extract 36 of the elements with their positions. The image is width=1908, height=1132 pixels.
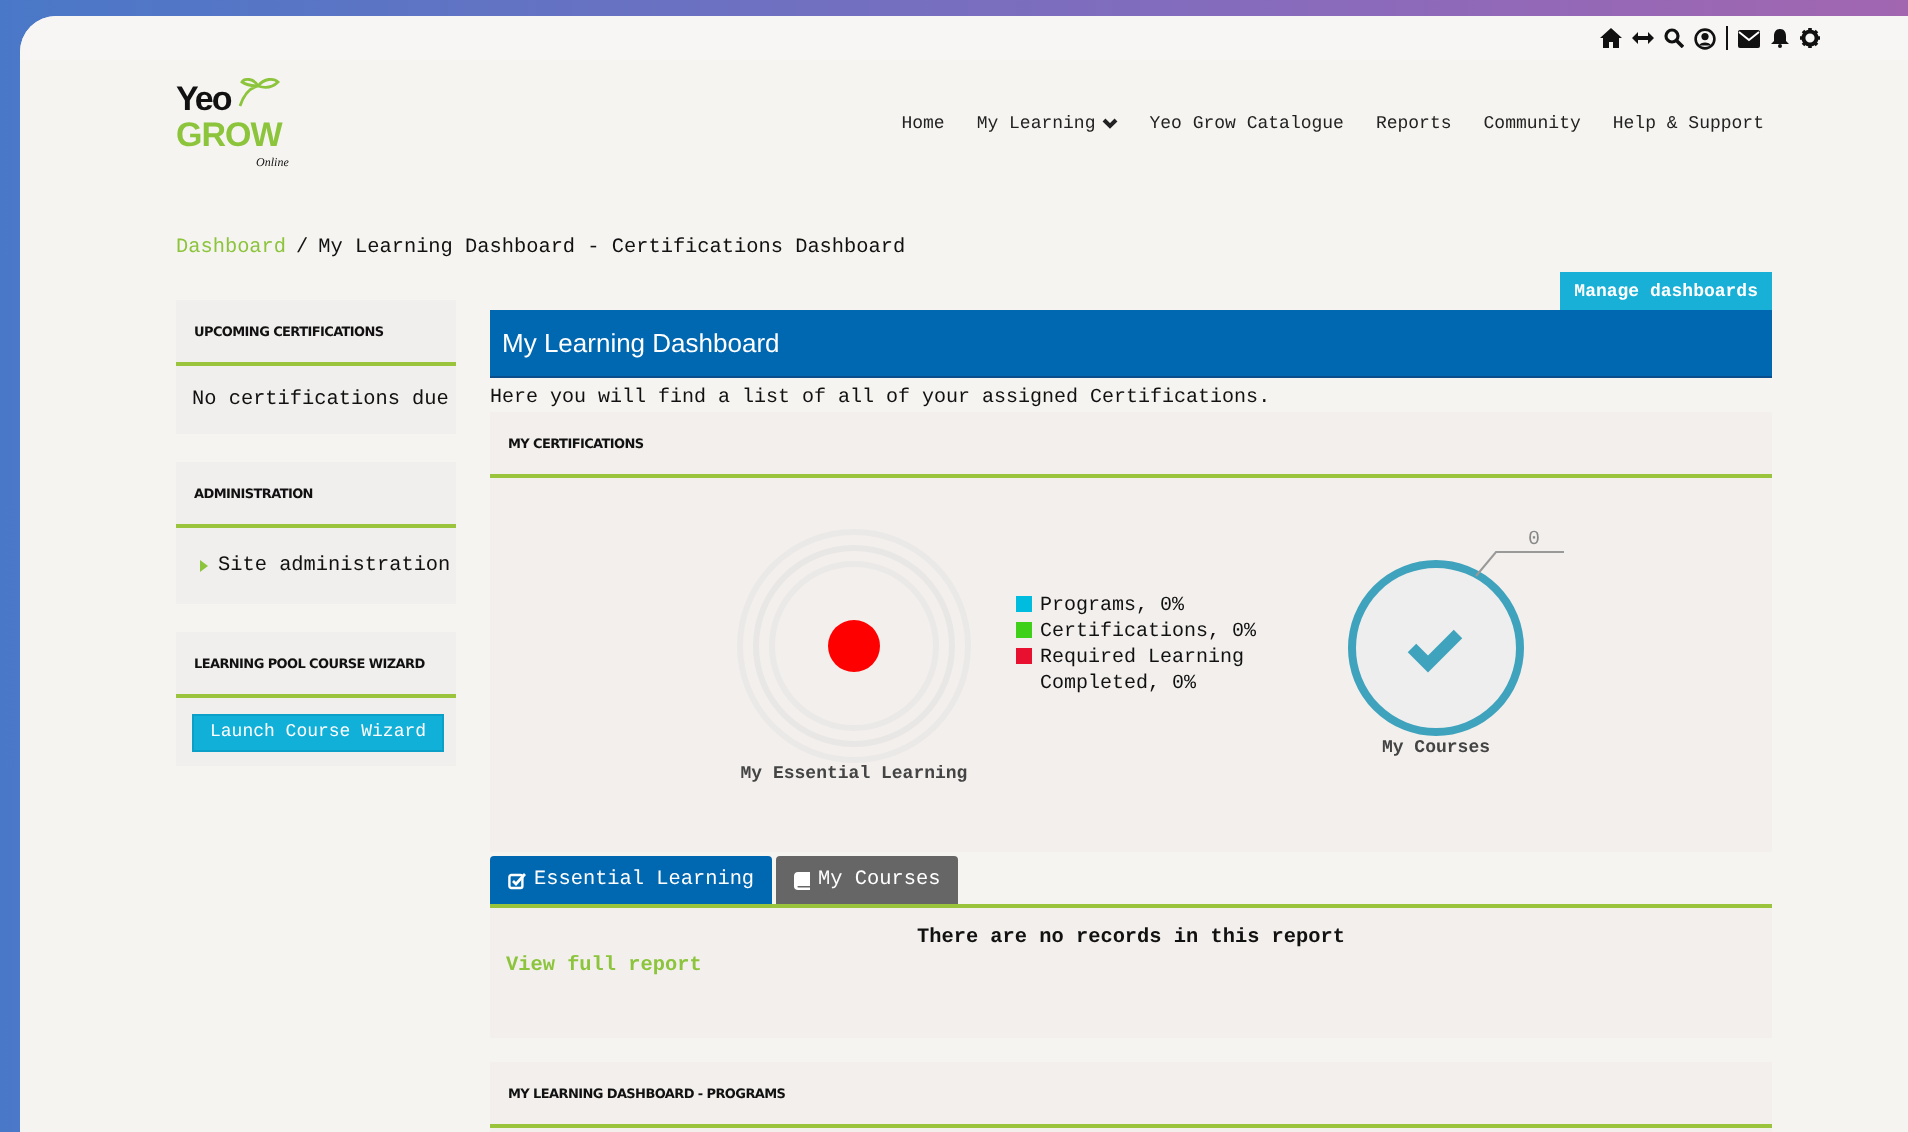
- nav-link[interactable]: My Learning: [960, 114, 1134, 134]
- breadcrumb-separator: /: [296, 238, 309, 264]
- admin-link[interactable]: Site administration: [218, 555, 451, 577]
- chart-label: My Essential Learning: [740, 764, 968, 784]
- logo-text: Yeo: [176, 83, 231, 114]
- course-count: 0: [1528, 530, 1541, 552]
- caret-icon: [1101, 118, 1118, 130]
- home-icon[interactable]: [1600, 28, 1622, 48]
- leader-line: [1474, 550, 1566, 578]
- nav-link[interactable]: Reports: [1359, 114, 1468, 134]
- user-icon[interactable]: [1694, 27, 1716, 49]
- legend-label: Programs, 0%: [1040, 594, 1185, 620]
- status-text: No certifications due: [192, 389, 449, 411]
- bullet-icon: [200, 560, 208, 572]
- nav-link[interactable]: Community: [1467, 114, 1597, 134]
- bell-icon[interactable]: [1770, 28, 1790, 48]
- checkbox-icon: [508, 871, 526, 889]
- nav-link[interactable]: Help & Support: [1596, 114, 1780, 134]
- tab[interactable]: My Courses: [776, 856, 959, 904]
- chart-label: My Courses: [1381, 738, 1490, 758]
- book-icon: [794, 871, 811, 889]
- resize-arrows-icon[interactable]: [1632, 30, 1654, 46]
- description-text: Here you will find a list of all of your assigned Certifications.: [490, 388, 1273, 410]
- envelope-icon[interactable]: [1738, 29, 1760, 47]
- tab[interactable]: Essential Learning: [490, 856, 773, 904]
- nav-link[interactable]: Home: [885, 114, 961, 134]
- sprout-icon: [236, 76, 280, 108]
- search-icon[interactable]: [1664, 28, 1684, 48]
- legend-label: Required Learning Completed, 0%: [1040, 646, 1247, 698]
- settings-icon[interactable]: [1800, 28, 1820, 48]
- nav-link[interactable]: Yeo Grow Catalogue: [1133, 114, 1360, 134]
- legend-label: Certifications, 0%: [1040, 620, 1257, 646]
- breadcrumb-current: My Learning Dashboard - Certifications Dashboard: [318, 238, 906, 264]
- logo-text: GROW: [176, 120, 285, 151]
- dashboard-title: My Learning Dashboard: [502, 328, 780, 358]
- empty-message: There are no records in this report: [917, 928, 1345, 950]
